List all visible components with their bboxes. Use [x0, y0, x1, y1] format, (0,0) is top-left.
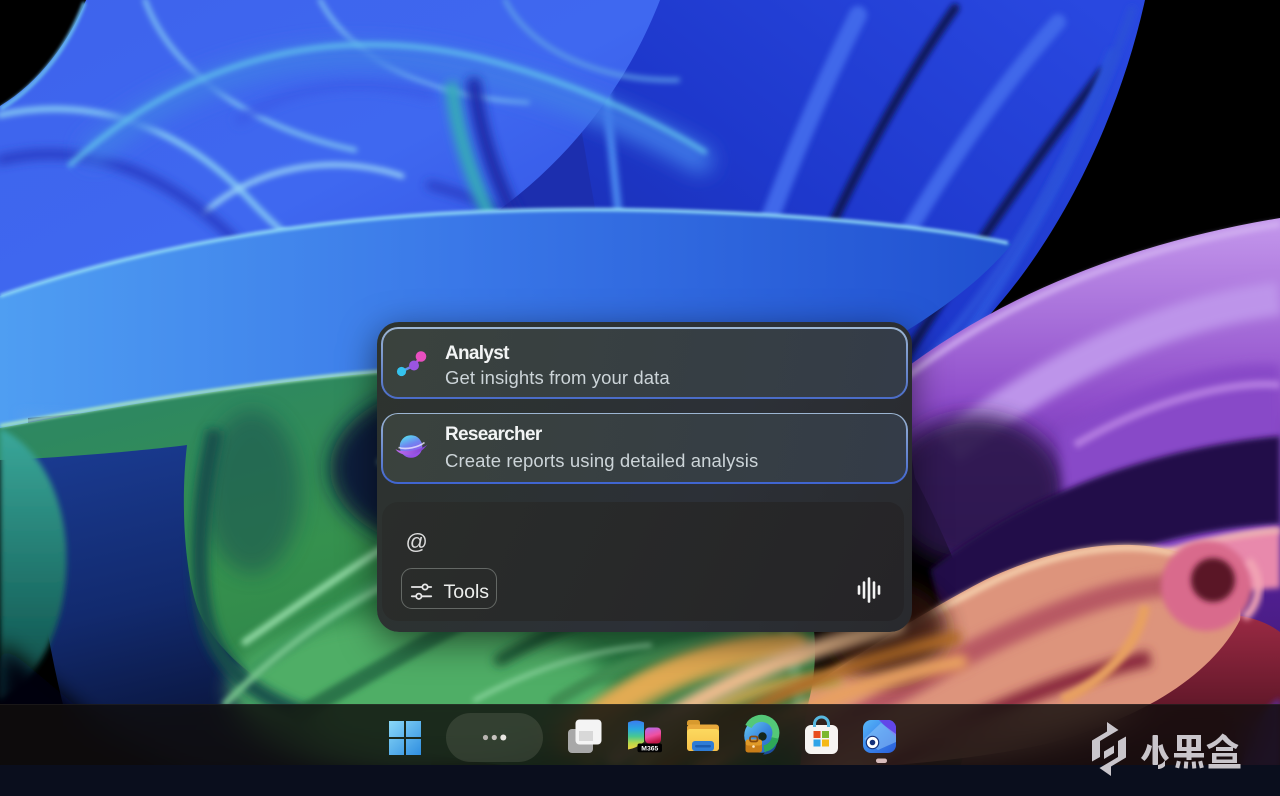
svg-text:M365: M365: [641, 745, 658, 752]
